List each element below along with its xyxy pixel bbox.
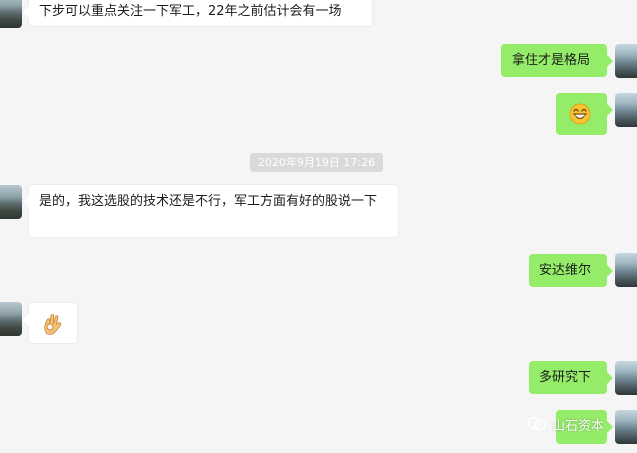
contact-avatar[interactable] bbox=[0, 0, 22, 28]
outgoing-message-bubble[interactable]: 拿住才是格局 bbox=[501, 44, 613, 77]
watermark-text: 山石资本 bbox=[552, 418, 605, 434]
timestamp-divider: 2020年9月19日 17:26 bbox=[250, 153, 383, 172]
my-avatar[interactable] bbox=[615, 253, 637, 287]
incoming-message-bubble[interactable]: 下步可以重点关注一下军工，22年之前估计会有一场 bbox=[23, 0, 373, 27]
message-text: 多研究下 bbox=[539, 370, 592, 385]
outgoing-emoji-bubble[interactable] bbox=[556, 93, 613, 135]
incoming-emoji-bubble[interactable] bbox=[23, 302, 78, 344]
chat-window: 下步可以重点关注一下军工，22年之前估计会有一场 拿住才是格局 2020年9月1… bbox=[0, 0, 637, 453]
my-avatar[interactable] bbox=[615, 361, 637, 395]
message-text: 安达维尔 bbox=[539, 263, 592, 278]
watermark: 山石资本 bbox=[527, 413, 604, 435]
message-text: 下步可以重点关注一下军工，22年之前估计会有一场 bbox=[39, 4, 342, 19]
ok-hand-icon bbox=[44, 314, 62, 335]
contact-avatar[interactable] bbox=[0, 185, 22, 219]
message-text: 拿住才是格局 bbox=[512, 53, 591, 68]
message-text: 是的，我这选股的技术还是不行，军工方面有好的股说一下 bbox=[39, 194, 378, 209]
contact-avatar[interactable] bbox=[0, 302, 22, 336]
wechat-channel-icon bbox=[527, 416, 546, 431]
outgoing-message-bubble[interactable]: 多研究下 bbox=[529, 361, 613, 394]
incoming-message-bubble[interactable]: 是的，我这选股的技术还是不行，军工方面有好的股说一下 bbox=[23, 184, 399, 238]
outgoing-message-bubble[interactable]: 安达维尔 bbox=[529, 254, 613, 287]
my-avatar[interactable] bbox=[615, 44, 637, 78]
my-avatar[interactable] bbox=[615, 93, 637, 127]
my-avatar[interactable] bbox=[615, 410, 637, 444]
grinning-face-icon bbox=[569, 103, 591, 125]
